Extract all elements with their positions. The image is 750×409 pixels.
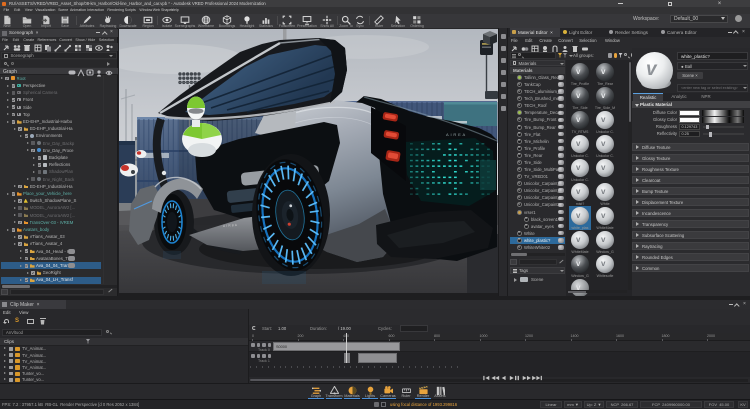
svg-text:AIREA: AIREA (446, 132, 467, 137)
